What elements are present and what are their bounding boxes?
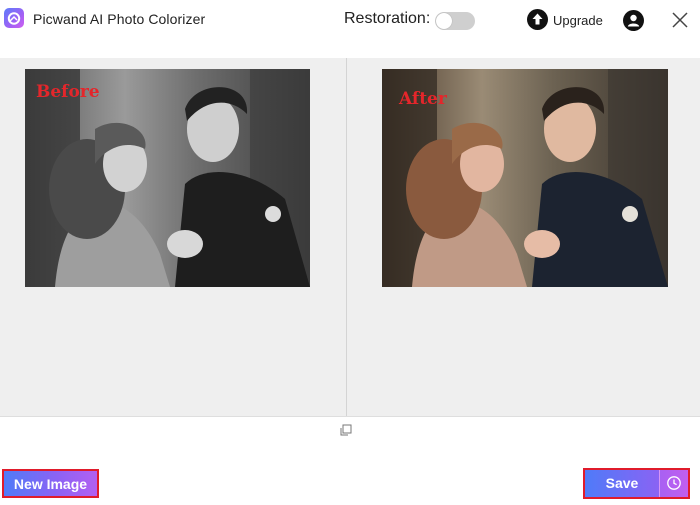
app-title: Picwand AI Photo Colorizer: [33, 11, 206, 27]
save-label: Save: [605, 475, 639, 491]
restoration-toggle[interactable]: [435, 12, 475, 30]
new-image-button[interactable]: New Image: [2, 469, 99, 498]
after-label: After: [399, 89, 447, 109]
footer-bar: New Image Save: [0, 448, 700, 505]
close-button[interactable]: [670, 10, 690, 30]
before-label: Before: [36, 82, 100, 102]
close-icon: [672, 12, 688, 28]
fit-to-screen-icon[interactable]: [339, 423, 353, 437]
clock-icon: [667, 476, 681, 490]
before-image: Before: [25, 69, 310, 287]
upgrade-label: Upgrade: [553, 13, 603, 28]
new-image-label: New Image: [13, 476, 88, 492]
preview-toolbar: [0, 416, 700, 448]
toggle-knob: [436, 13, 452, 29]
picwand-logo-icon: [4, 8, 24, 28]
account-button[interactable]: [623, 10, 644, 31]
title-bar: Picwand AI Photo Colorizer Restoration: …: [0, 0, 700, 40]
compare-divider[interactable]: [346, 58, 347, 416]
after-image: After: [382, 69, 668, 287]
arrow-up-circle-icon: [527, 9, 548, 30]
restoration-label: Restoration:: [344, 10, 431, 27]
history-button[interactable]: [659, 470, 688, 497]
upgrade-button[interactable]: Upgrade: [527, 9, 613, 31]
user-icon: [627, 14, 640, 27]
save-button[interactable]: Save: [585, 470, 659, 497]
save-group: Save: [583, 468, 690, 499]
